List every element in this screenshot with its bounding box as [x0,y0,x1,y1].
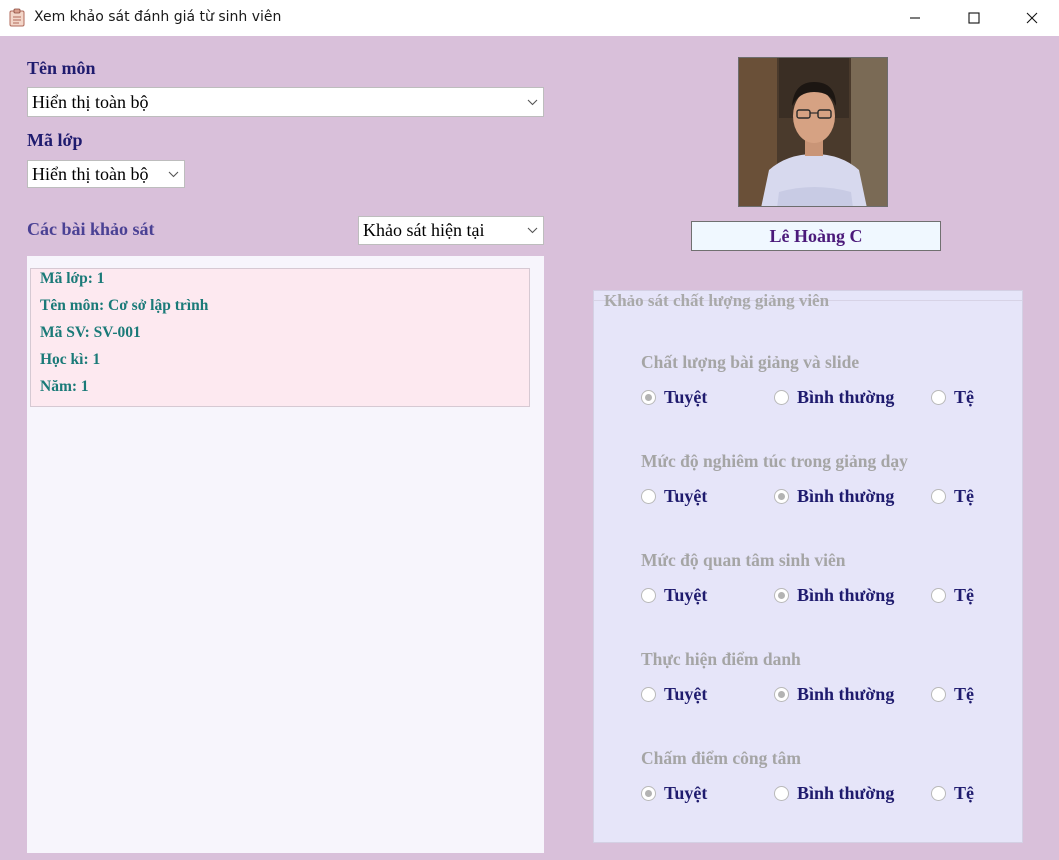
radio-icon[interactable] [774,687,789,702]
radio-icon[interactable] [931,687,946,702]
radio-icon[interactable] [774,390,789,405]
minimize-button[interactable] [886,0,944,36]
evaluation-group: Khảo sát chất lượng giảng viên Chất lượn… [593,290,1023,843]
class-select-value: Hiển thị toàn bộ [32,163,149,184]
card-year: Năm: 1 [40,378,89,395]
radio-icon[interactable] [641,489,656,504]
q4-option-normal[interactable]: Bình thường [774,684,894,705]
question-label: Mức độ nghiêm túc trong giảng dạy [641,451,908,471]
question-label: Chấm điểm công tâm [641,748,801,768]
radio-icon[interactable] [774,489,789,504]
q2-option-great[interactable]: Tuyệt [641,486,707,507]
close-button[interactable] [1003,0,1059,36]
class-select[interactable]: Hiển thị toàn bộ [27,160,185,188]
title-bar: Xem khảo sát đánh giá từ sinh viên [0,0,1059,36]
question-label: Thực hiện điểm danh [641,649,801,669]
subject-select[interactable]: Hiển thị toàn bộ [27,87,544,117]
q5-option-bad[interactable]: Tệ [931,783,974,804]
radio-icon[interactable] [774,786,789,801]
evaluation-group-title: Khảo sát chất lượng giảng viên [604,291,830,310]
card-class: Mã lớp: 1 [40,270,105,287]
q5-option-great[interactable]: Tuyệt [641,783,707,804]
clipboard-icon [9,8,25,27]
survey-filter-select[interactable]: Khảo sát hiện tại [358,216,544,245]
q4-option-great[interactable]: Tuyệt [641,684,707,705]
close-icon [1026,12,1038,24]
lecturer-name: Lê Hoàng C [691,221,941,251]
q3-option-bad[interactable]: Tệ [931,585,974,606]
q4-option-bad[interactable]: Tệ [931,684,974,705]
chevron-down-icon [162,161,184,187]
card-subject: Tên môn: Cơ sở lập trình [40,297,209,314]
maximize-button[interactable] [945,0,1003,36]
q1-option-bad[interactable]: Tệ [931,387,974,408]
radio-icon[interactable] [931,489,946,504]
q2-option-normal[interactable]: Bình thường [774,486,894,507]
radio-icon[interactable] [641,786,656,801]
minimize-icon [910,17,920,19]
subject-select-value: Hiển thị toàn bộ [32,91,149,112]
window-title: Xem khảo sát đánh giá từ sinh viên [34,9,282,25]
q1-option-normal[interactable]: Bình thường [774,387,894,408]
subject-label: Tên môn [27,58,96,78]
avatar [738,57,888,207]
q3-option-normal[interactable]: Bình thường [774,585,894,606]
card-student: Mã SV: SV-001 [40,324,141,341]
q3-option-great[interactable]: Tuyệt [641,585,707,606]
chevron-down-icon [521,88,543,116]
radio-icon[interactable] [931,588,946,603]
radio-icon[interactable] [774,588,789,603]
question-label: Mức độ quan tâm sinh viên [641,550,846,570]
maximize-icon [968,12,980,24]
radio-icon[interactable] [641,588,656,603]
class-label: Mã lớp [27,130,83,150]
radio-icon[interactable] [931,786,946,801]
radio-icon[interactable] [641,687,656,702]
radio-icon[interactable] [931,390,946,405]
survey-filter-value: Khảo sát hiện tại [363,220,485,240]
survey-list[interactable]: Mã lớp: 1 Tên môn: Cơ sở lập trình Mã SV… [27,256,544,853]
question-label: Chất lượng bài giảng và slide [641,352,860,372]
survey-card[interactable]: Mã lớp: 1 Tên môn: Cơ sở lập trình Mã SV… [30,268,530,407]
chevron-down-icon [521,217,543,244]
survey-list-label: Các bài khảo sát [27,219,155,239]
q2-option-bad[interactable]: Tệ [931,486,974,507]
q5-option-normal[interactable]: Bình thường [774,783,894,804]
radio-icon[interactable] [641,390,656,405]
card-semester: Học kì: 1 [40,351,101,368]
q1-option-great[interactable]: Tuyệt [641,387,707,408]
